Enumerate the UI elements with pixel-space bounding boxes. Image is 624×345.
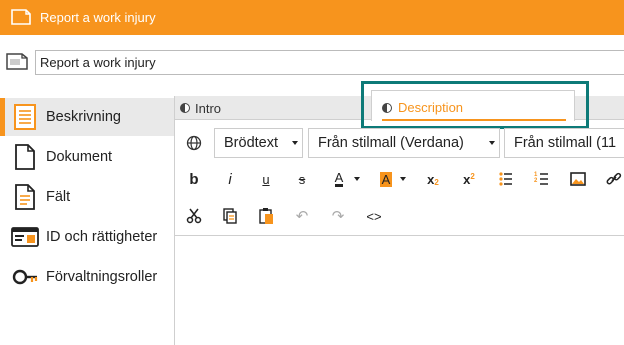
sidebar-item-falt[interactable]: Fält	[0, 178, 175, 216]
superscript-button[interactable]: x2	[457, 167, 481, 191]
globe-icon[interactable]	[186, 135, 202, 151]
chevron-down-icon	[292, 141, 298, 145]
font-size-select[interactable]: Från stilmall (11	[504, 128, 624, 158]
background-color-button[interactable]: A	[374, 167, 398, 191]
numbered-list-icon[interactable]: 1 2	[530, 167, 554, 191]
bulleted-list-icon[interactable]	[494, 167, 518, 191]
sidebar-item-beskrivning[interactable]: Beskrivning	[0, 98, 175, 136]
paragraph-style-value: Brödtext	[224, 135, 278, 151]
half-circle-icon	[180, 103, 190, 113]
italic-button[interactable]: i	[218, 167, 242, 191]
subscript-button[interactable]: x2	[421, 167, 445, 191]
copy-icon[interactable]	[218, 204, 242, 228]
document-icon	[15, 144, 35, 170]
paste-icon[interactable]	[254, 204, 278, 228]
font-size-value: Från stilmall (11	[514, 135, 617, 151]
template-name-input[interactable]	[35, 50, 624, 75]
paragraph-style-select[interactable]: Brödtext	[214, 128, 303, 158]
sidebar-item-forvaltningsroller[interactable]: Förvaltningsroller	[0, 258, 175, 296]
font-family-select[interactable]: Från stilmall (Verdana)	[308, 128, 500, 158]
document-icon	[11, 9, 31, 25]
id-card-icon	[11, 227, 39, 247]
text-color-button[interactable]: A	[327, 167, 351, 191]
sidebar-item-id-rattigheter[interactable]: ID och rättigheter	[0, 218, 175, 256]
title-bar: Report a work injury	[0, 0, 624, 35]
highlight-box	[361, 81, 589, 129]
source-code-button[interactable]: <>	[362, 204, 386, 228]
bold-button[interactable]: b	[182, 167, 206, 191]
link-icon[interactable]	[602, 167, 624, 191]
fields-icon	[15, 184, 35, 210]
image-icon[interactable]	[566, 167, 590, 191]
sidebar-item-label: Förvaltningsroller	[46, 269, 158, 285]
admin-roles-icon	[12, 269, 38, 285]
sidebar-item-label: ID och rättigheter	[46, 229, 158, 245]
chevron-down-icon[interactable]	[350, 167, 364, 191]
editor-left-border	[174, 96, 175, 345]
chevron-down-icon[interactable]	[396, 167, 410, 191]
sidebar: Beskrivning Dokument Fält ID och rättigh…	[0, 98, 175, 345]
undo-button[interactable]: ↶	[290, 204, 314, 228]
svg-text:2: 2	[534, 178, 538, 184]
document-icon	[6, 53, 28, 70]
tab-intro[interactable]: Intro	[180, 96, 365, 120]
active-indicator	[0, 98, 5, 136]
cut-icon[interactable]	[182, 204, 206, 228]
tab-label: Intro	[195, 100, 222, 116]
strikethrough-button[interactable]: s	[290, 167, 314, 191]
sidebar-item-label: Dokument	[46, 149, 113, 165]
sidebar-item-label: Beskrivning	[46, 109, 121, 125]
toolbar-divider	[175, 235, 624, 236]
sidebar-item-dokument[interactable]: Dokument	[0, 138, 175, 176]
underline-button[interactable]: u	[254, 167, 278, 191]
chevron-down-icon	[489, 141, 495, 145]
font-family-value: Från stilmall (Verdana)	[318, 135, 464, 151]
sidebar-item-label: Fält	[46, 189, 71, 205]
description-doc-icon	[14, 104, 36, 130]
redo-button[interactable]: ↷	[326, 204, 350, 228]
window-title: Report a work injury	[40, 10, 156, 25]
